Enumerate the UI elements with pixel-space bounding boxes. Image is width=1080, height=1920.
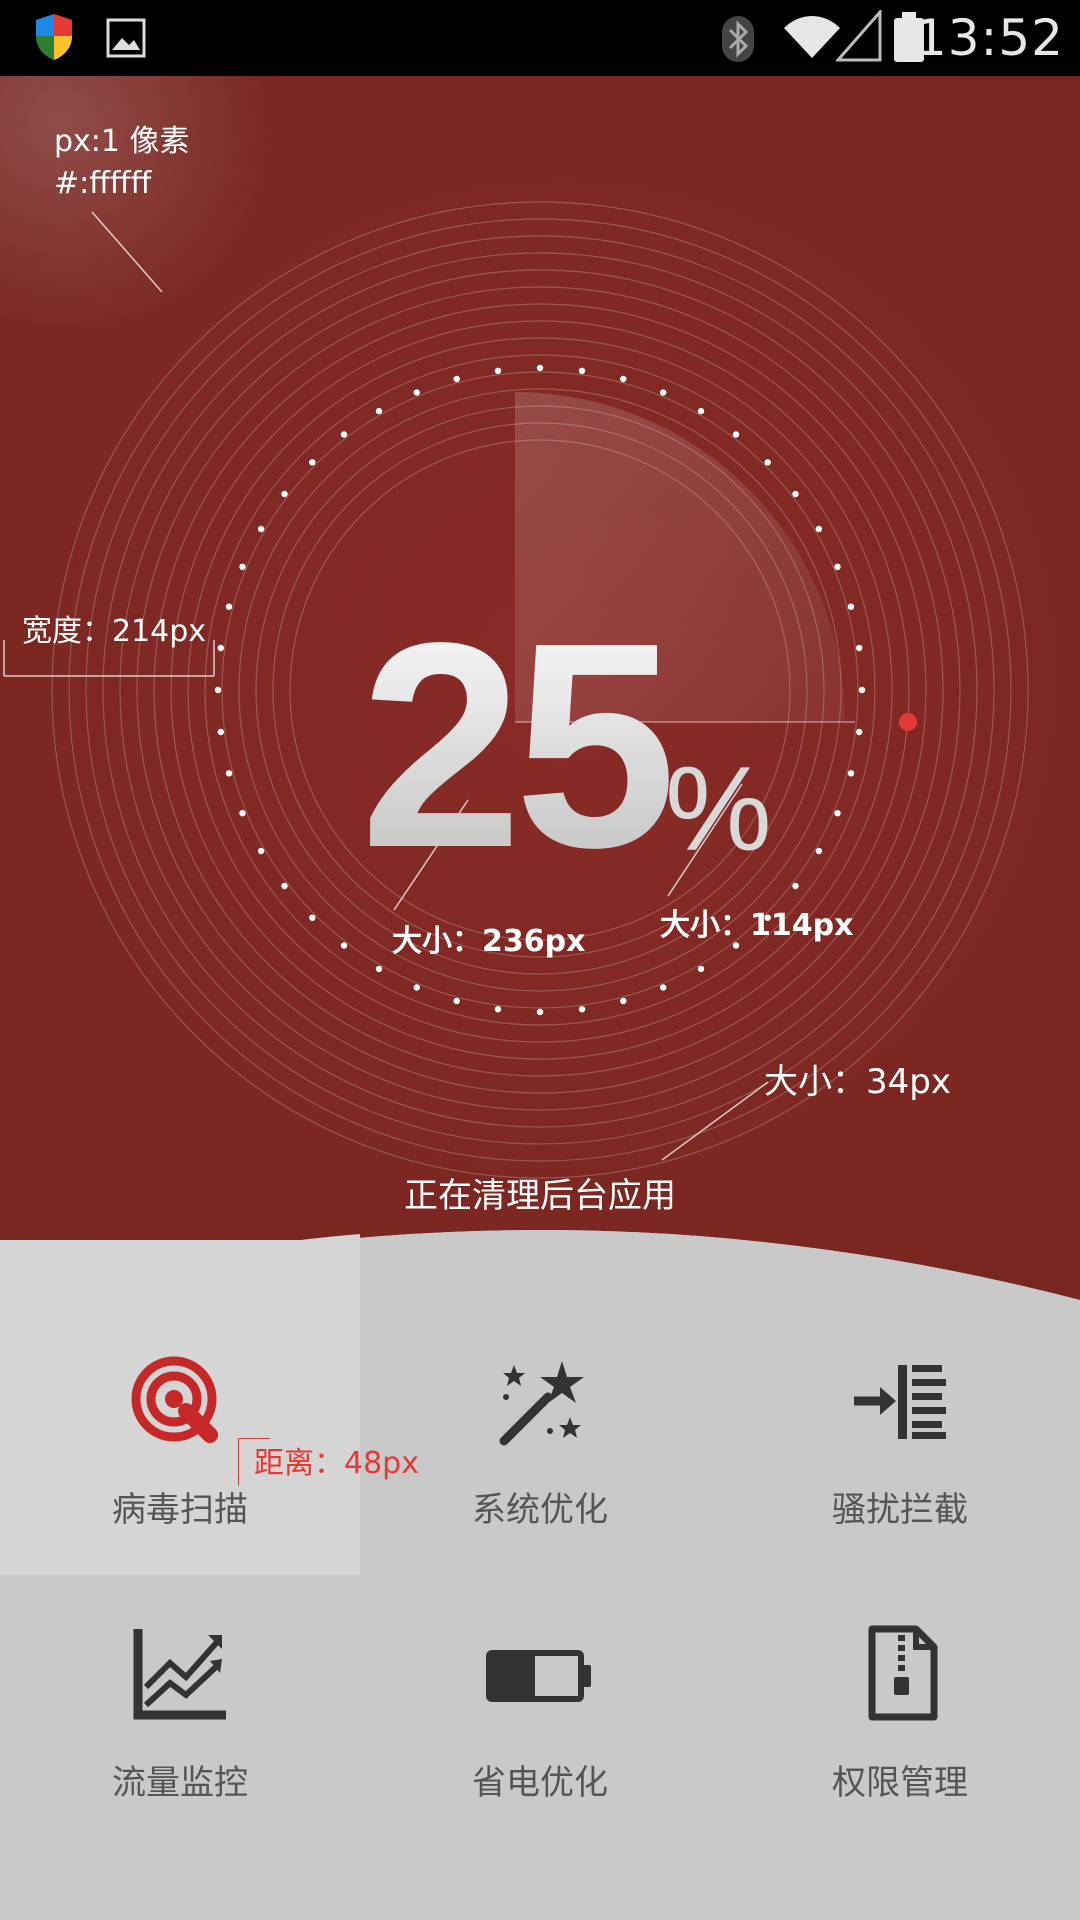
clock: 13:52 — [914, 9, 1064, 67]
virus-scan-icon — [131, 1356, 218, 1443]
progress-dot — [536, 364, 544, 372]
feature-virus-scan[interactable]: 距离：48px 病毒扫描 — [0, 1240, 419, 1575]
progress-dot — [340, 942, 348, 949]
progress-dot — [792, 490, 799, 498]
progress-dot — [340, 431, 348, 438]
magic-wand-icon — [499, 1361, 584, 1446]
distance-marker — [238, 1438, 239, 1486]
progress-number: 25 — [360, 582, 670, 876]
progress-dot — [217, 644, 224, 652]
progress-dot — [281, 882, 288, 890]
progress-dot — [281, 490, 288, 498]
progress-dot — [856, 728, 863, 736]
signal-icon — [836, 10, 882, 62]
progress-dot — [536, 1008, 544, 1016]
progress-dot — [858, 686, 866, 694]
progress-dot — [815, 525, 823, 533]
image-icon — [106, 18, 146, 58]
progress-dot — [309, 914, 316, 921]
progress-dot — [257, 525, 265, 533]
progress-dot — [375, 407, 383, 415]
progress-percent-sign: % — [665, 742, 772, 876]
status-size-annotation: 大小：34px — [764, 1062, 951, 1102]
number-size-annotation: 大小：236px — [392, 924, 586, 959]
battery-saver-icon — [486, 1650, 591, 1702]
feature-system-optimize[interactable]: 系统优化 — [360, 1240, 720, 1575]
progress-dot — [375, 965, 383, 973]
progress-dot — [847, 603, 855, 610]
progress-dot — [834, 563, 841, 570]
bluetooth-icon — [722, 16, 754, 62]
progress-dot — [847, 770, 855, 777]
block-arrow-icon — [854, 1365, 946, 1439]
feature-label: 省电优化 — [472, 1763, 608, 1803]
progress-dot — [834, 810, 841, 817]
shield-icon — [36, 14, 72, 60]
feature-label: 骚扰拦截 — [832, 1490, 968, 1530]
progress-dot — [856, 644, 863, 652]
progress-dot — [413, 389, 420, 396]
progress-percentage: 25 % — [360, 582, 772, 876]
feature-power-saving[interactable]: 省电优化 — [360, 1575, 720, 1875]
status-bar: 13:52 — [0, 0, 1080, 76]
progress-dot — [815, 847, 823, 855]
progress-dot — [697, 407, 705, 415]
feature-grid: 距离：48px 病毒扫描 系统优化 骚扰拦截 流量监控 省电优化 权限管理 — [0, 1240, 1080, 1920]
feature-harassment-block[interactable]: 骚扰拦截 — [720, 1240, 1080, 1575]
progress-dot — [453, 375, 460, 383]
progress-dot — [764, 459, 771, 466]
progress-dot — [792, 882, 799, 890]
width-spec-annotation: 宽度：214px — [22, 614, 207, 649]
wifi-icon — [784, 16, 840, 58]
progress-dot — [214, 686, 222, 694]
progress-dot — [578, 1006, 586, 1013]
progress-dot — [620, 375, 627, 383]
permission-file-icon — [868, 1625, 938, 1721]
progress-dot — [239, 563, 246, 570]
feature-traffic-monitor[interactable]: 流量监控 — [0, 1575, 360, 1875]
feature-label: 系统优化 — [472, 1490, 608, 1530]
progress-dot — [494, 1006, 502, 1013]
progress-dot — [239, 810, 246, 817]
feature-permission-manage[interactable]: 权限管理 — [720, 1575, 1080, 1875]
feature-label: 病毒扫描 — [112, 1490, 248, 1530]
line-chart-icon — [133, 1629, 226, 1720]
progress-dot — [620, 997, 627, 1005]
feature-label: 流量监控 — [112, 1763, 248, 1803]
cleaning-status-text: 正在清理后台应用 — [404, 1176, 676, 1216]
progress-panel: px:1 像素 #:ffffff 宽度：214px 大小：236px 大小：11… — [0, 76, 1080, 1326]
progress-dot — [257, 847, 265, 855]
progress-dot — [309, 459, 316, 466]
color-spec-annotation: #:ffffff — [54, 166, 152, 201]
progress-dot — [413, 984, 420, 991]
progress-dot — [225, 603, 233, 610]
progress-dot — [494, 367, 502, 374]
pixel-spec-annotation: px:1 像素 — [54, 124, 190, 159]
progress-marker-dot — [899, 713, 917, 731]
progress-dot — [578, 367, 586, 374]
progress-dot — [732, 431, 740, 438]
progress-dot — [225, 770, 233, 777]
progress-dot — [660, 984, 667, 991]
distance-marker-top — [238, 1438, 270, 1439]
progress-dot — [697, 965, 705, 973]
progress-dot — [453, 997, 460, 1005]
percent-size-annotation: 大小：114px — [660, 908, 854, 943]
feature-label: 权限管理 — [832, 1763, 968, 1803]
progress-dot — [217, 728, 224, 736]
progress-dot — [660, 389, 667, 396]
